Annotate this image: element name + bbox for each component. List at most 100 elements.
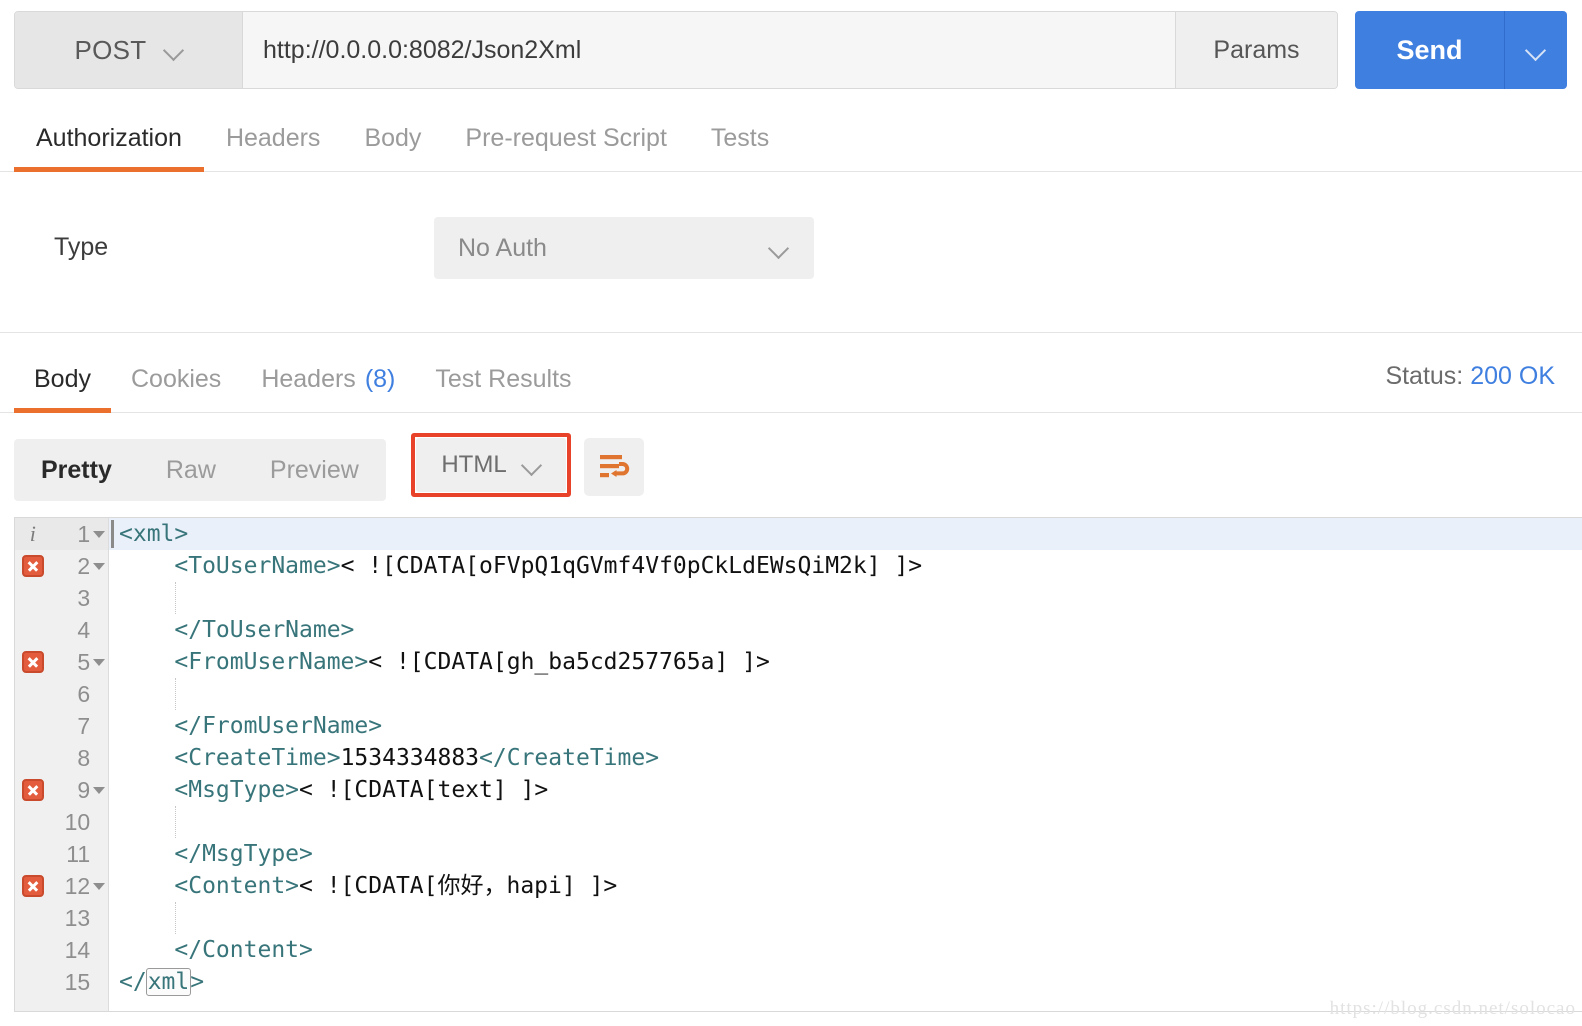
code-line[interactable]	[109, 678, 1582, 710]
code-line[interactable]: </MsgType>	[109, 838, 1582, 870]
tab-label: Pre-request Script	[465, 123, 667, 152]
gutter-line: 7	[15, 710, 108, 742]
indent-guide	[175, 806, 176, 838]
gutter-line: i1	[15, 518, 108, 550]
editor-gutter[interactable]: i 1 2 3 4 5 6 7 8 9 10 11 12 13 14 15	[15, 518, 109, 1011]
gutter-line: 15	[15, 966, 108, 998]
code-line[interactable]: </Content>	[109, 934, 1582, 966]
xml-tag-match-highlight: xml	[145, 968, 192, 996]
fold-arrow-icon[interactable]	[90, 530, 108, 538]
response-tab-body[interactable]: Body	[14, 345, 111, 413]
error-marker-icon[interactable]	[21, 779, 44, 801]
chevron-down-icon	[93, 786, 106, 794]
editor-code-lines[interactable]: <xml> <ToUserName>< ![CDATA[oFVpQ1qGVmf4…	[109, 518, 1582, 1011]
gutter-line: 6	[15, 678, 108, 710]
request-tabs: Authorization Headers Body Pre-request Scri…	[0, 104, 1582, 172]
xml-tag: <MsgType>	[174, 777, 300, 803]
code-line[interactable]: <Content>< ![CDATA[你好，hapi] ]>	[109, 870, 1582, 902]
response-tab-cookies[interactable]: Cookies	[111, 345, 241, 413]
response-tab-test-results[interactable]: Test Results	[415, 345, 591, 413]
language-value: HTML	[441, 451, 507, 478]
fold-arrow-icon[interactable]	[90, 786, 108, 794]
code-line[interactable]: <MsgType>< ![CDATA[text] ]>	[109, 774, 1582, 806]
gutter-line: 2	[15, 550, 108, 582]
format-option-raw[interactable]: Raw	[139, 439, 243, 501]
gutter-line: 14	[15, 934, 108, 966]
response-body-editor[interactable]: i 1 2 3 4 5 6 7 8 9 10 11 12 13 14 15 <xml> <ToUserName…	[14, 517, 1582, 1012]
xml-text: < ![CDATA[oFVpQ1qGVmf4Vf0pCkLdEWsQiM2k] …	[340, 553, 923, 579]
url-input[interactable]: http://0.0.0.0:8082/Json2Xml	[243, 12, 1175, 88]
xml-text: < ![CDATA[text] ]>	[299, 777, 549, 803]
send-button-group: Send	[1355, 11, 1567, 89]
line-number: 14	[64, 936, 91, 963]
request-tab-tests[interactable]: Tests	[689, 104, 791, 172]
code-line[interactable]	[109, 806, 1582, 838]
code-line[interactable]: <FromUserName>< ![CDATA[gh_ba5cd257765a]…	[109, 646, 1582, 678]
fold-arrow-icon[interactable]	[90, 658, 108, 666]
gutter-line: 12	[15, 870, 108, 902]
tab-label: Headers	[225, 123, 321, 152]
xml-tag: >	[190, 969, 205, 995]
tab-label: Cookies	[130, 364, 222, 393]
fold-arrow-icon[interactable]	[90, 882, 108, 890]
request-tab-pre-request-script[interactable]: Pre-request Script	[443, 104, 688, 172]
word-wrap-icon	[600, 455, 630, 478]
format-option-preview[interactable]: Preview	[243, 439, 386, 501]
tab-label: Body	[34, 364, 91, 393]
tab-label: Authorization	[36, 123, 182, 152]
line-number: 10	[64, 808, 91, 835]
request-tab-body[interactable]: Body	[342, 104, 443, 172]
xml-tag: </ToUserName>	[174, 617, 355, 643]
code-line[interactable]: <ToUserName>< ![CDATA[oFVpQ1qGVmf4Vf0pCk…	[109, 550, 1582, 582]
request-url-bar: POST http://0.0.0.0:8082/Json2Xml Params…	[0, 0, 1582, 100]
line-number: 9	[77, 776, 91, 803]
language-select[interactable]: HTML	[416, 438, 566, 492]
fold-arrow-icon[interactable]	[90, 562, 108, 570]
auth-type-select[interactable]: No Auth	[434, 217, 814, 279]
status-badge: Status: 200 OK	[1385, 362, 1555, 391]
chevron-down-icon	[93, 530, 106, 538]
format-option-pretty[interactable]: Pretty	[14, 439, 139, 501]
error-marker-icon[interactable]	[21, 875, 44, 897]
gutter-line: 3	[15, 582, 108, 614]
code-line[interactable]: </ToUserName>	[109, 614, 1582, 646]
line-number: 12	[64, 872, 91, 899]
status-code: 200 OK	[1470, 362, 1555, 390]
params-label: Params	[1213, 35, 1300, 64]
code-line[interactable]: </FromUserName>	[109, 710, 1582, 742]
code-line[interactable]: </xml>	[109, 966, 1582, 998]
error-marker-icon[interactable]	[21, 555, 44, 577]
code-line[interactable]: <CreateTime>1534334883</CreateTime>	[109, 742, 1582, 774]
xml-tag: <ToUserName>	[174, 553, 341, 579]
http-method-selector[interactable]: POST	[15, 12, 243, 88]
error-marker-icon[interactable]	[21, 651, 44, 673]
line-number: 4	[77, 616, 91, 643]
auth-type-value: No Auth	[458, 233, 547, 262]
line-number: 1	[77, 520, 91, 547]
send-button[interactable]: Send	[1355, 11, 1505, 89]
word-wrap-button[interactable]	[584, 438, 644, 496]
chevron-down-icon	[770, 239, 788, 257]
send-options-button[interactable]	[1505, 11, 1567, 89]
params-button[interactable]: Params	[1175, 12, 1337, 88]
xml-tag: <FromUserName>	[174, 649, 369, 675]
request-tab-headers[interactable]: Headers	[204, 104, 343, 172]
gutter-marker: i	[15, 521, 51, 547]
response-tab-headers[interactable]: Headers (8)	[241, 345, 415, 413]
send-label: Send	[1396, 34, 1463, 65]
tab-label: Headers	[261, 364, 356, 393]
code-line[interactable]	[109, 902, 1582, 934]
code-line[interactable]: <xml>	[109, 518, 1582, 550]
code-line[interactable]	[109, 582, 1582, 614]
gutter-line: 5	[15, 646, 108, 678]
info-marker-icon[interactable]: i	[30, 521, 36, 547]
request-tab-authorization[interactable]: Authorization	[14, 104, 204, 172]
xml-tag: <Content>	[174, 873, 300, 899]
